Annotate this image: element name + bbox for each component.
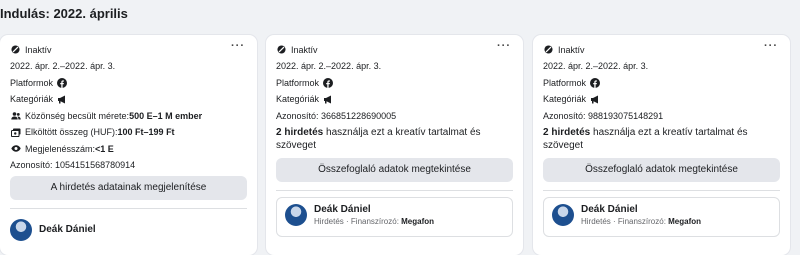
ad-id: Azonosító: 366851228690005	[276, 110, 397, 121]
divider	[543, 189, 780, 191]
more-options-button[interactable]: ···	[764, 40, 778, 52]
view-summary-button[interactable]: Összefoglaló adatok megtekintése	[276, 157, 513, 182]
ad-card-2: Inaktív ··· 2022. ápr. 2.–2022. ápr. 3. …	[266, 35, 523, 255]
facebook-icon	[322, 77, 333, 88]
status-row: Inaktív ···	[543, 40, 780, 56]
status-label: Inaktív	[25, 44, 52, 55]
more-options-button[interactable]: ···	[231, 40, 245, 52]
date-range: 2022. ápr. 2.–2022. ápr. 3.	[543, 61, 649, 71]
impressions-label: Megjelenésszám:	[25, 143, 96, 154]
creative-usage-text: 2 hirdetés használja ezt a kreatív tarta…	[543, 126, 780, 152]
advertiser-sub: Hirdetés · Finanszírozó: Megafon	[581, 216, 701, 227]
sponsor-prefix: Hirdetés · Finanszírozó:	[314, 216, 402, 226]
sponsor-prefix: Hirdetés · Finanszírozó:	[581, 216, 669, 226]
inactive-icon	[543, 44, 554, 55]
status-label: Inaktív	[558, 44, 585, 55]
people-icon	[10, 110, 21, 121]
megaphone-icon	[589, 94, 600, 105]
view-ad-details-button[interactable]: A hirdetés adatainak megjelenítése	[10, 175, 247, 200]
advertiser-row: Deák Dániel	[10, 218, 247, 241]
audience-label: Közönség becsült mérete:	[25, 110, 130, 121]
platforms-row: Platformok	[10, 76, 247, 89]
megaphone-icon	[322, 94, 333, 105]
advertiser-name[interactable]: Deák Dániel	[581, 204, 701, 216]
divider	[276, 189, 513, 191]
categories-row: Kategóriák	[276, 93, 513, 106]
avatar[interactable]	[552, 203, 574, 226]
creative-usage-text: 2 hirdetés használja ezt a kreatív tarta…	[276, 126, 513, 152]
more-options-button[interactable]: ···	[497, 40, 511, 52]
ad-count: 2 hirdetés	[543, 126, 591, 138]
advertiser-sub: Hirdetés · Finanszírozó: Megafon	[314, 216, 434, 227]
audience-row: Közönség becsült mérete: 500 E–1 M ember	[10, 109, 247, 122]
impressions-value: <1 E	[95, 143, 114, 154]
avatar[interactable]	[10, 218, 32, 241]
categories-row: Kategóriák	[543, 93, 780, 106]
spend-value: 100 Ft–199 Ft	[117, 127, 175, 137]
platforms-row: Platformok	[543, 76, 780, 89]
advertiser-name[interactable]: Deák Dániel	[39, 224, 96, 236]
status-row: Inaktív ···	[10, 40, 247, 56]
advertiser-name[interactable]: Deák Dániel	[314, 204, 434, 216]
status-row: Inaktív ···	[276, 40, 513, 56]
money-icon	[10, 127, 21, 138]
section-heading: Indulás: 2022. április	[0, 6, 128, 21]
status-label: Inaktív	[291, 44, 318, 55]
audience-value: 500 E–1 M ember	[129, 110, 203, 121]
platforms-row: Platformok	[276, 76, 513, 89]
spend-label: Elköltött összeg (HUF):	[25, 127, 118, 137]
categories-label: Kategóriák	[276, 94, 320, 104]
ad-id: Azonosító: 988193075148291	[543, 110, 664, 121]
advertiser-row: Deák Dániel Hirdetés · Finanszírozó: Meg…	[276, 196, 513, 237]
date-range: 2022. ápr. 2.–2022. ápr. 3.	[10, 61, 116, 71]
categories-label: Kategóriák	[10, 94, 54, 104]
impressions-row: Megjelenésszám: <1 E	[10, 142, 247, 155]
spend-row: Elköltött összeg (HUF): 100 Ft–199 Ft	[10, 126, 247, 139]
inactive-icon	[10, 44, 21, 55]
view-summary-button[interactable]: Összefoglaló adatok megtekintése	[543, 157, 780, 182]
facebook-icon	[56, 77, 67, 88]
eye-icon	[10, 143, 21, 154]
ad-id: Azonosító: 1054151568780914	[10, 160, 136, 170]
megaphone-icon	[56, 94, 67, 105]
inactive-icon	[276, 44, 287, 55]
platforms-label: Platformok	[10, 77, 54, 88]
date-range: 2022. ápr. 2.–2022. ápr. 3.	[276, 61, 382, 71]
platforms-label: Platformok	[543, 77, 587, 88]
facebook-icon	[589, 77, 600, 88]
ad-card-3: Inaktív ··· 2022. ápr. 2.–2022. ápr. 3. …	[533, 35, 790, 255]
ad-card-1: Inaktív ··· 2022. ápr. 2.–2022. ápr. 3. …	[0, 35, 257, 255]
sponsor-name: Megafon	[668, 216, 702, 226]
ad-count: 2 hirdetés	[276, 126, 324, 138]
advertiser-row: Deák Dániel Hirdetés · Finanszírozó: Meg…	[543, 196, 780, 237]
platforms-label: Platformok	[276, 77, 320, 88]
avatar[interactable]	[285, 203, 307, 226]
categories-label: Kategóriák	[543, 94, 587, 104]
divider	[10, 207, 247, 209]
categories-row: Kategóriák	[10, 93, 247, 106]
sponsor-name: Megafon	[401, 216, 435, 226]
